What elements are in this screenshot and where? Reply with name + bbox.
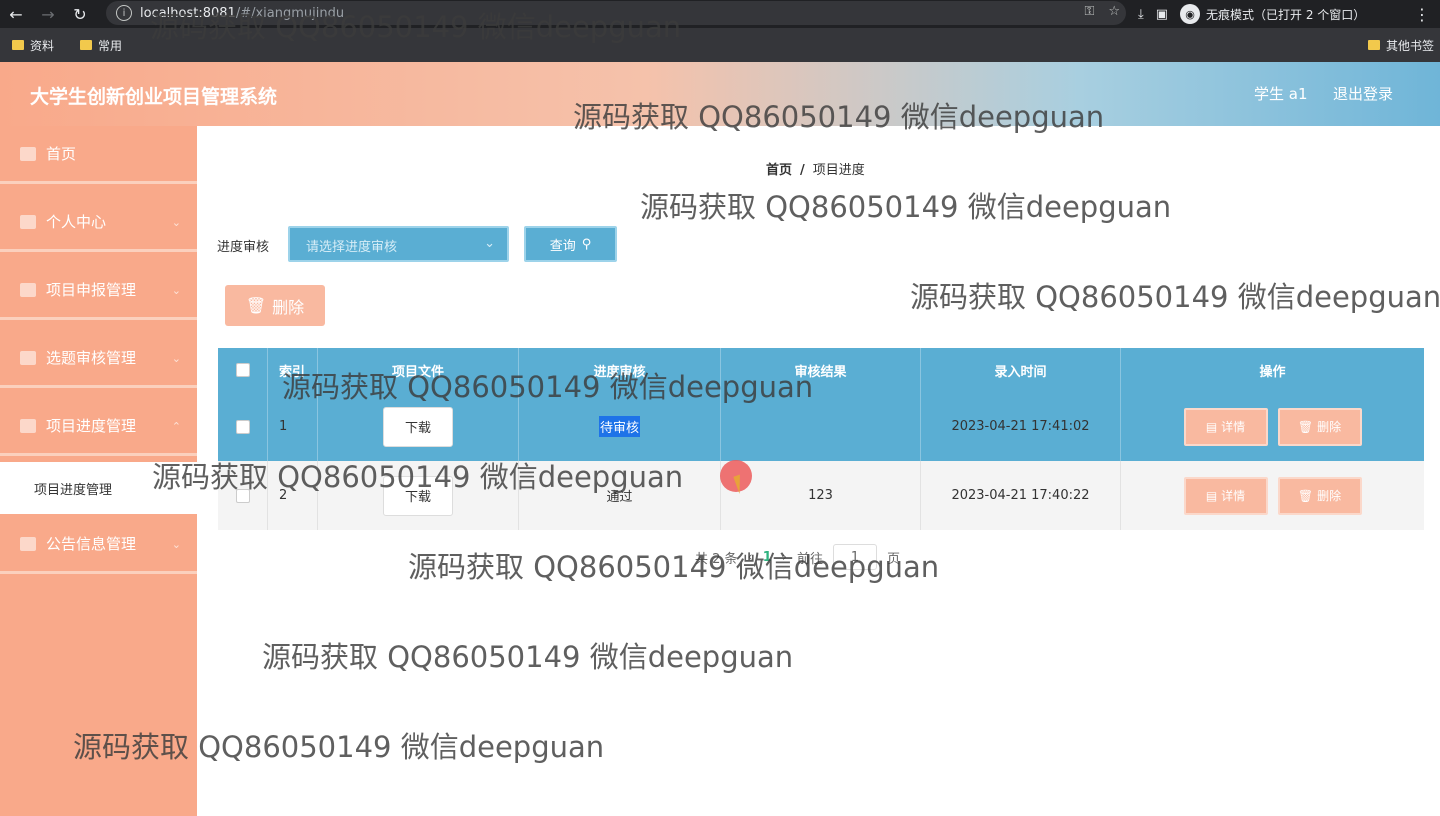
sidebar-item-home[interactable]: 首页 (0, 126, 197, 184)
trash-icon: 🗑 (245, 296, 267, 315)
chevron-down-icon: ⌄ (171, 538, 181, 551)
query-label: 查询 (549, 238, 576, 254)
sidepanel-icon[interactable]: ▣ (1156, 7, 1168, 22)
breadcrumb: 首页 / 项目进度 (766, 159, 865, 178)
batch-delete-button[interactable]: 🗑 删除 (225, 285, 325, 326)
menu-icon[interactable]: ⋮ (1406, 0, 1438, 28)
row-checkbox[interactable] (235, 419, 250, 434)
query-button[interactable]: 查询 ⚲ (524, 226, 617, 262)
chevron-down-icon: ⌄ (171, 352, 181, 365)
col-header: 录入时间 (921, 348, 1121, 392)
download-button[interactable]: 下载 (383, 406, 453, 447)
select-all-checkbox[interactable] (235, 363, 250, 377)
trash-icon: 🗑 (1297, 488, 1314, 503)
folder-icon (12, 40, 24, 50)
download-icon[interactable]: ⤓ (1138, 7, 1144, 22)
watermark: 源码获取 QQ86050149 微信deepguan (150, 10, 682, 44)
chevron-down-icon: ⌄ (171, 284, 181, 297)
sidebar-item-label: 项目申报管理 (46, 281, 137, 299)
sidebar-item-notice[interactable]: 公告信息管理 ⌄ (0, 516, 197, 574)
delete-button[interactable]: 🗑 删除 (1277, 476, 1362, 515)
app-title: 大学生创新创业项目管理系统 (30, 86, 278, 108)
document-icon: ▤ (1205, 419, 1218, 434)
other-bookmarks[interactable]: 其他书签 (1367, 37, 1434, 54)
grid-icon (20, 536, 36, 551)
breadcrumb-home[interactable]: 首页 (766, 163, 792, 178)
watermark: 源码获取 QQ86050149 微信deepguan (910, 280, 1440, 314)
watermark: 源码获取 QQ86050149 微信deepguan (573, 100, 1105, 134)
filter-label: 进度审核 (217, 240, 270, 255)
user-icon (20, 214, 36, 229)
detail-button[interactable]: ▤ 详情 (1183, 476, 1268, 515)
progress-review-select[interactable]: 请选择进度审核 ⌄ (288, 226, 509, 262)
sidebar-item-profile[interactable]: 个人中心 ⌄ (0, 194, 197, 252)
grid-icon (20, 418, 36, 433)
chevron-down-icon: ⌄ (171, 216, 181, 229)
sidebar-item-progress[interactable]: 项目进度管理 ⌃ (0, 398, 197, 456)
home-icon (20, 146, 36, 161)
folder-icon (80, 40, 93, 50)
detail-label: 详情 (1221, 420, 1246, 434)
current-user: 学生 a1 (1254, 85, 1308, 103)
sidebar-item-topic-review[interactable]: 选题审核管理 ⌄ (0, 330, 197, 388)
forward-icon[interactable]: → (32, 0, 64, 28)
user-icon (20, 350, 36, 365)
incognito-indicator[interactable]: ◉ 无痕模式（已打开 2 个窗口） (1180, 4, 1365, 24)
select-placeholder: 请选择进度审核 (306, 240, 398, 255)
chevron-up-icon: ⌃ (171, 420, 181, 433)
info-icon[interactable]: i (116, 5, 132, 21)
chevron-down-icon: ⌄ (484, 236, 495, 251)
col-header: 操作 (1259, 364, 1286, 380)
sidebar-item-label: 项目进度管理 (46, 417, 137, 435)
incognito-icon: ◉ (1180, 4, 1201, 24)
watermark: 源码获取 QQ86050149 微信deepguan (408, 550, 940, 584)
sidebar-item-label: 首页 (46, 145, 77, 163)
reload-icon[interactable]: ↻ (64, 0, 96, 28)
document-icon: ▤ (1205, 488, 1218, 503)
watermark: 源码获取 QQ86050149 微信deepguan (73, 730, 605, 764)
delete-label: 删除 (272, 297, 305, 317)
trash-icon: 🗑 (1297, 419, 1314, 434)
sidebar-item-project-apply[interactable]: 项目申报管理 ⌄ (0, 262, 197, 320)
delete-label: 删除 (1317, 420, 1342, 434)
back-icon[interactable]: ← (0, 0, 32, 28)
breadcrumb-current: 项目进度 (812, 163, 865, 178)
bookmark-folder[interactable]: 资料 (12, 37, 54, 54)
time-text: 2023-04-21 17:40:22 (921, 461, 1121, 530)
sidebar-item-label: 个人中心 (46, 213, 107, 231)
watermark: 源码获取 QQ86050149 微信deepguan (262, 640, 794, 674)
detail-button[interactable]: ▤ 详情 (1183, 407, 1268, 446)
bookmark-label: 常用 (98, 38, 123, 53)
status-text: 待审核 (598, 416, 640, 437)
time-text: 2023-04-21 17:41:02 (921, 392, 1121, 461)
key-icon[interactable]: ⚿ (1084, 4, 1094, 19)
watermark: 源码获取 QQ86050149 微信deepguan (152, 460, 684, 494)
star-icon[interactable]: ☆ (1108, 4, 1120, 19)
grid-icon (20, 282, 36, 297)
watermark: 源码获取 QQ86050149 微信deepguan (282, 370, 814, 404)
logout-link[interactable]: 退出登录 (1333, 83, 1393, 104)
other-bookmarks-label: 其他书签 (1385, 38, 1434, 53)
watermark: 源码获取 QQ86050149 微信deepguan (640, 190, 1172, 224)
delete-button[interactable]: 🗑 删除 (1277, 407, 1362, 446)
detail-label: 详情 (1221, 489, 1246, 503)
sidebar-item-label: 选题审核管理 (46, 349, 137, 367)
delete-label: 删除 (1317, 489, 1342, 503)
incognito-label: 无痕模式（已打开 2 个窗口） (1206, 7, 1366, 22)
search-icon: ⚲ (581, 236, 592, 252)
breadcrumb-separator: / (800, 163, 805, 178)
bookmark-label: 资料 (30, 38, 55, 53)
bookmark-folder[interactable]: 常用 (80, 37, 122, 54)
sidebar-item-label: 公告信息管理 (46, 535, 137, 553)
folder-icon (1367, 40, 1380, 50)
